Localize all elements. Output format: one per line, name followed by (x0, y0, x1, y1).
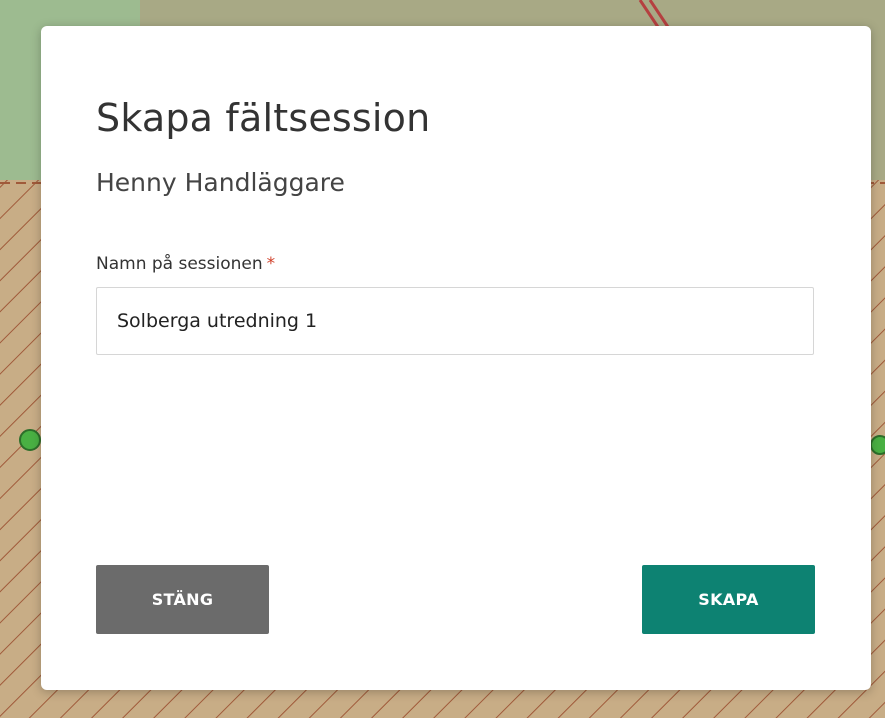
session-name-input[interactable] (96, 287, 814, 355)
session-name-label: Namn på sessionen * (96, 254, 275, 274)
required-asterisk: * (266, 254, 276, 274)
create-button[interactable]: SKAPA (642, 565, 815, 634)
dialog-title: Skapa fältsession (96, 96, 431, 140)
close-button[interactable]: STÄNG (96, 565, 269, 634)
dialog-subtitle-user: Henny Handläggare (96, 168, 345, 197)
create-session-dialog: Skapa fältsession Henny Handläggare Namn… (41, 26, 871, 690)
session-name-label-text: Namn på sessionen (96, 254, 263, 274)
